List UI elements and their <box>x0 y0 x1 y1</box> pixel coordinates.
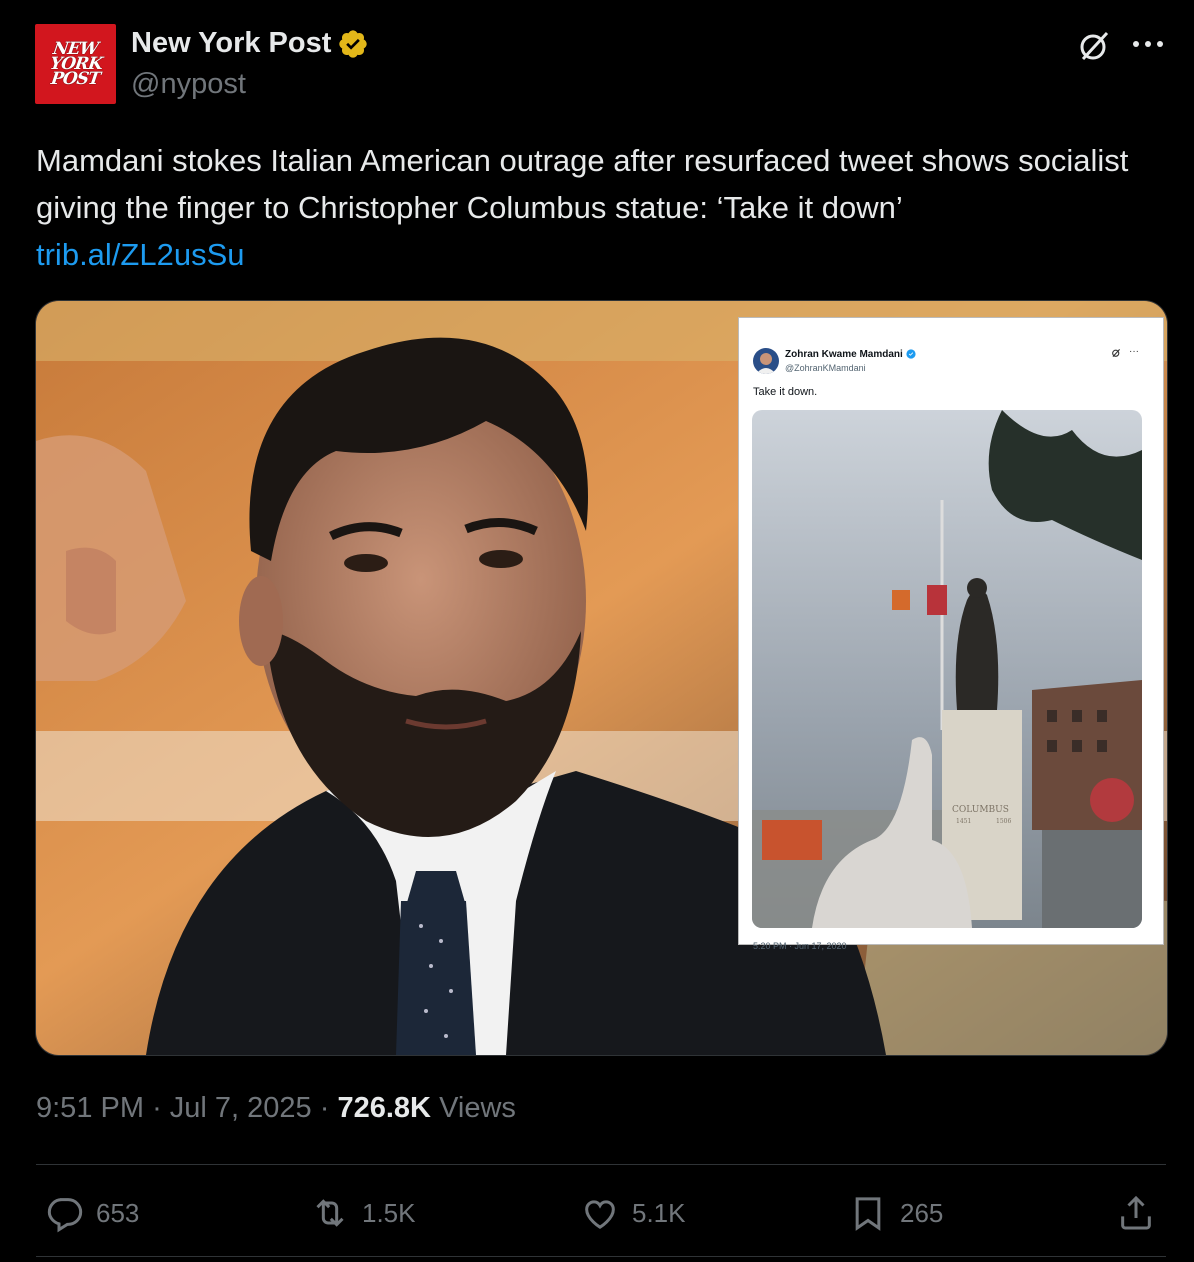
author-name-row[interactable]: New York Post <box>131 27 369 60</box>
statue-plaque: COLUMBUS <box>952 805 1009 815</box>
repost-button[interactable]: 1.5K <box>310 1190 416 1236</box>
meta-separator-1: · <box>152 1092 162 1124</box>
tweet-media[interactable]: Zohran Kwame Mamdani @ZohranKMamdani ···… <box>35 300 1168 1056</box>
embedded-tweet-screenshot: Zohran Kwame Mamdani @ZohranKMamdani ···… <box>738 317 1164 951</box>
tweet-link[interactable]: trib.al/ZL2usSu <box>36 231 1166 278</box>
repost-count: 1.5K <box>362 1197 416 1228</box>
like-count: 5.1K <box>632 1197 686 1228</box>
views-count: 726.8K <box>337 1092 431 1124</box>
more-icon[interactable] <box>1130 30 1166 58</box>
embedded-more-icon: ··· <box>1129 346 1139 357</box>
meta-separator-2: · <box>319 1092 330 1124</box>
tweet-text-block: Mamdani stokes Italian American outrage … <box>36 137 1166 278</box>
reply-button[interactable]: 653 <box>44 1190 139 1236</box>
embedded-grok-icon <box>1111 348 1121 361</box>
share-icon <box>1121 1195 1151 1230</box>
bookmark-button[interactable]: 265 <box>848 1190 943 1236</box>
reply-count: 653 <box>96 1197 140 1228</box>
like-button[interactable]: 5.1K <box>580 1190 686 1236</box>
embedded-name-text: Zohran Kwame Mamdani <box>785 349 903 360</box>
reply-icon <box>47 1198 83 1233</box>
share-button[interactable] <box>1116 1190 1156 1236</box>
embedded-verified-icon <box>906 349 916 359</box>
verified-badge-icon <box>339 29 368 58</box>
tweet-time[interactable]: 9:51 PM <box>36 1092 144 1124</box>
statue-year-start: 1451 <box>956 818 971 825</box>
embedded-tweet-text: Take it down. <box>753 386 818 398</box>
divider-bottom <box>36 1256 1166 1257</box>
embedded-photo: COLUMBUS 1451 1506 <box>752 410 1142 928</box>
logo-line-3: POST <box>49 68 102 89</box>
divider-top <box>36 1164 1166 1165</box>
views-label: Views <box>439 1092 516 1124</box>
repost-icon <box>316 1199 344 1227</box>
grok-icon[interactable] <box>1076 28 1112 64</box>
tweet-meta: 9:51 PM · Jul 7, 2025 · 726.8K Views <box>36 1092 516 1125</box>
embedded-author-name: Zohran Kwame Mamdani <box>785 349 916 360</box>
author-handle[interactable]: @nypost <box>131 68 246 101</box>
statue-year-end: 1506 <box>996 818 1011 825</box>
embedded-timestamp: 5:20 PM · Jun 17, 2020 <box>753 941 847 951</box>
tweet-text: Mamdani stokes Italian American outrage … <box>36 143 1129 225</box>
like-icon <box>585 1200 615 1229</box>
author-name[interactable]: New York Post <box>131 27 331 60</box>
tweet-date[interactable]: Jul 7, 2025 <box>170 1092 312 1124</box>
embedded-author-handle: @ZohranKMamdani <box>785 363 866 373</box>
bookmark-count: 265 <box>900 1197 944 1228</box>
bookmark-icon <box>855 1197 881 1231</box>
avatar[interactable]: NEW YORK POST <box>35 24 116 104</box>
embedded-avatar <box>753 348 779 374</box>
tweet-post: NEW YORK POST New York Post @nypost Mamd… <box>0 0 1194 1262</box>
